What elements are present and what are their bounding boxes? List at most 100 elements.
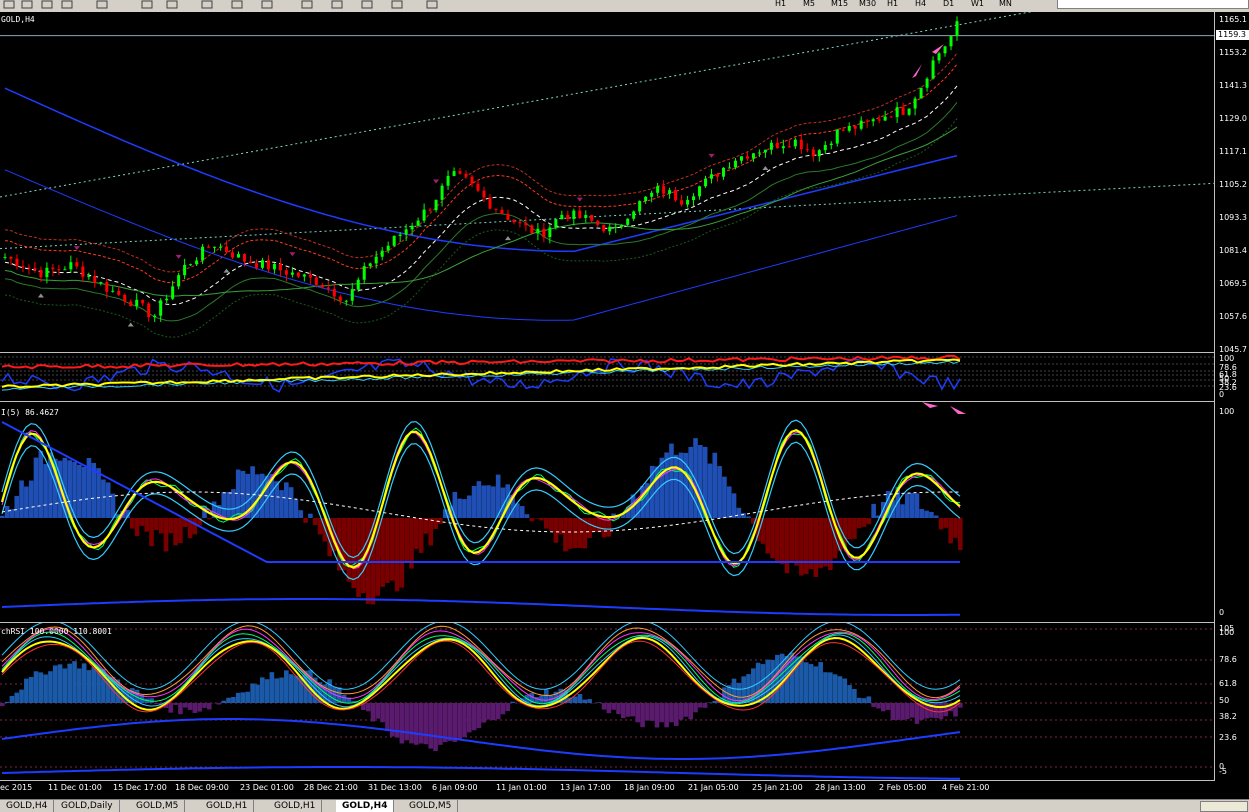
- new-chart-icon[interactable]: [2, 0, 18, 11]
- candle-body: [465, 174, 468, 177]
- histogram-bar: [265, 679, 270, 703]
- text-icon[interactable]: [425, 0, 441, 11]
- indicator-pane-1[interactable]: [0, 353, 1214, 402]
- histogram-bar: [814, 666, 819, 703]
- histogram-bar: [886, 703, 891, 710]
- histogram-bar: [289, 487, 294, 518]
- histogram-bar: [29, 481, 34, 518]
- candle-body: [926, 79, 929, 88]
- toolbar-search-box[interactable]: [1057, 0, 1249, 9]
- timeframe-button-d1[interactable]: D1: [943, 0, 954, 8]
- candle-body: [560, 215, 563, 219]
- chart-tab[interactable]: GOLD,H1: [268, 800, 322, 812]
- candle-body: [63, 269, 66, 270]
- chart-tab[interactable]: GOLD,M5: [403, 800, 458, 812]
- scroll-icon[interactable]: [200, 0, 216, 11]
- candle-body: [572, 211, 575, 219]
- shift-icon[interactable]: [230, 0, 246, 11]
- chart-tab[interactable]: GOLD,M5: [130, 800, 185, 812]
- histogram-bar: [934, 703, 939, 718]
- histogram-bar: [24, 679, 29, 703]
- histogram-bar: [847, 518, 852, 539]
- chart-tab[interactable]: GOLD,Daily: [55, 800, 120, 812]
- timeframe-button-h1[interactable]: H1: [775, 0, 786, 8]
- crosshair-icon[interactable]: [60, 0, 76, 11]
- tile-icon[interactable]: [165, 0, 181, 11]
- indicator-pane-3[interactable]: chRSI 100.0000 110.8001: [0, 623, 1214, 781]
- histogram-bar: [871, 504, 876, 518]
- candle-body: [716, 174, 719, 176]
- template-icon[interactable]: [330, 0, 346, 11]
- indicator-2-histogram: [0, 438, 963, 604]
- fractal-arrow-icon: [176, 255, 182, 259]
- chart-tab[interactable]: GOLD,H1: [200, 800, 254, 812]
- signal-arrow-icon: [932, 44, 944, 54]
- timeframe-button-w1[interactable]: W1: [971, 0, 984, 8]
- timeframe-button-mn[interactable]: MN: [999, 0, 1012, 8]
- candle-body: [944, 46, 947, 53]
- profiles-icon[interactable]: [20, 0, 36, 11]
- indicators-icon[interactable]: [260, 0, 276, 11]
- histogram-bar: [477, 481, 482, 518]
- histogram-bar: [583, 700, 588, 703]
- histogram-bar: [847, 685, 852, 703]
- price-chart-pane[interactable]: GOLD,H4: [0, 12, 1214, 353]
- zoom-out-icon[interactable]: [140, 0, 156, 11]
- candle-body: [830, 144, 833, 145]
- histogram-bar: [602, 703, 607, 710]
- time-axis-tick: 31 Dec 13:00: [368, 783, 422, 792]
- histogram-bar: [19, 480, 24, 518]
- timeframe-button-h1[interactable]: H1: [887, 0, 898, 8]
- candle-body: [111, 291, 114, 292]
- histogram-bar: [371, 703, 376, 722]
- clock-icon[interactable]: [300, 0, 316, 11]
- candle-body: [932, 60, 935, 78]
- histogram-bar: [43, 675, 48, 703]
- histogram-bar: [111, 494, 116, 518]
- open-icon[interactable]: [40, 0, 56, 11]
- fractal-arrow-icon: [709, 154, 715, 158]
- histogram-bar: [159, 518, 164, 533]
- histogram-bar: [664, 703, 669, 727]
- histogram-bar: [852, 518, 857, 539]
- candle-body: [542, 229, 545, 237]
- envelope-upper-red: [5, 64, 957, 283]
- candle-body: [554, 219, 557, 227]
- indicator-pane-2[interactable]: I(5) 86.4627: [0, 402, 1214, 623]
- tab-scroll-control[interactable]: [1200, 801, 1248, 812]
- candle-body: [890, 117, 893, 118]
- price-axis-tick: 1117.1: [1219, 148, 1247, 156]
- histogram-bar: [804, 662, 809, 703]
- price-axis-tick: 1141.3: [1219, 82, 1247, 90]
- candle-body: [812, 149, 815, 156]
- histogram-bar: [900, 703, 905, 720]
- chart-tab[interactable]: GOLD,H4: [0, 800, 54, 812]
- time-axis-tick: 28 Dec 21:00: [304, 783, 358, 792]
- zoom-in-icon[interactable]: [95, 0, 111, 11]
- histogram-bar: [862, 518, 867, 527]
- histogram-bar: [457, 499, 462, 518]
- timeframe-button-m5[interactable]: M5: [803, 0, 815, 8]
- chart-tab-bar: GOLD,H4GOLD,Daily GOLD,M5 GOLD,H1 GOLD,H1 GO…: [0, 799, 1249, 812]
- histogram-bar: [183, 703, 188, 708]
- histogram-bar: [910, 493, 915, 518]
- histogram-bar: [823, 672, 828, 703]
- timeframe-button-m30[interactable]: M30: [859, 0, 876, 8]
- histogram-bar: [905, 493, 910, 518]
- cursor-icon[interactable]: [360, 0, 376, 11]
- candle-body: [387, 246, 390, 251]
- timeframe-button-m15[interactable]: M15: [831, 0, 848, 8]
- histogram-bar: [664, 452, 669, 518]
- histogram-bar: [597, 702, 602, 703]
- histogram-bar: [29, 677, 34, 703]
- candle-body: [674, 190, 677, 200]
- histogram-bar: [717, 466, 722, 518]
- candle-body: [393, 236, 396, 246]
- histogram-bar: [809, 664, 814, 703]
- candle-body: [327, 287, 330, 288]
- fractal-arrow-icon: [38, 293, 44, 297]
- timeframe-button-h4[interactable]: H4: [915, 0, 926, 8]
- trendline-icon[interactable]: [390, 0, 406, 11]
- candle-body: [800, 140, 803, 149]
- histogram-bar: [197, 703, 202, 712]
